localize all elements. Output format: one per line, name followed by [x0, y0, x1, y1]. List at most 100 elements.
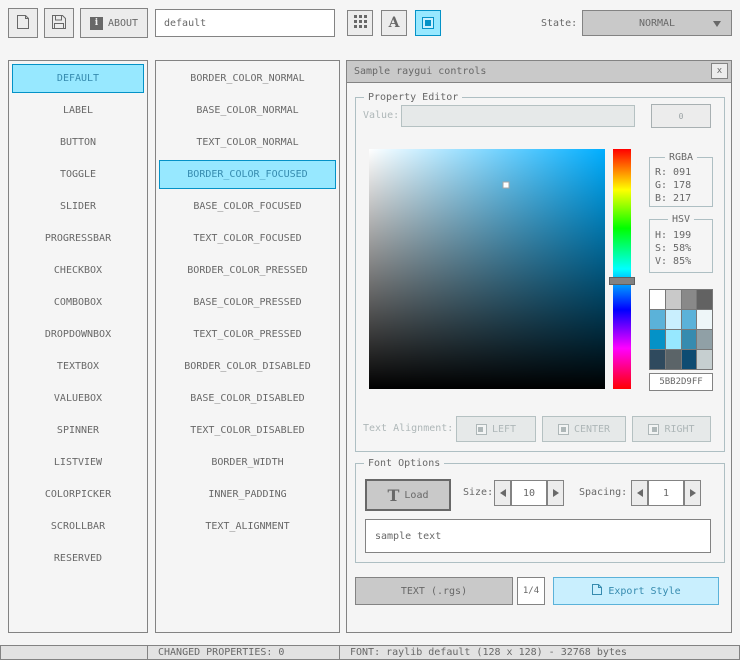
- page-indicator-button[interactable]: 1/4: [517, 577, 545, 605]
- palette-swatch[interactable]: [681, 310, 697, 329]
- floppy-disk-icon: [51, 14, 67, 33]
- control-item-label[interactable]: LABEL: [12, 96, 144, 125]
- palette-swatch[interactable]: [697, 310, 712, 329]
- color-picker-area[interactable]: [369, 149, 605, 389]
- property-item-base-color-disabled[interactable]: BASE_COLOR_DISABLED: [159, 384, 336, 413]
- font-options-group-label: Font Options: [364, 457, 445, 470]
- control-item-checkbox[interactable]: CHECKBOX: [12, 256, 144, 285]
- palette-swatch[interactable]: [650, 310, 665, 329]
- value-input[interactable]: [401, 105, 635, 127]
- align-left-button[interactable]: LEFT: [456, 416, 536, 442]
- load-font-label: Load: [404, 489, 429, 501]
- hex-input[interactable]: [649, 373, 713, 391]
- control-item-toggle[interactable]: TOGGLE: [12, 160, 144, 189]
- align-right-button[interactable]: RIGHT: [632, 416, 711, 442]
- control-item-listview[interactable]: LISTVIEW: [12, 448, 144, 477]
- property-item-border-color-pressed[interactable]: BORDER_COLOR_PRESSED: [159, 256, 336, 285]
- text-alignment-label: Text Alignment:: [363, 423, 454, 434]
- property-item-border-color-disabled[interactable]: BORDER_COLOR_DISABLED: [159, 352, 336, 381]
- palette-swatch[interactable]: [665, 350, 681, 369]
- style-name-input[interactable]: [155, 9, 335, 37]
- triangle-right-icon: [552, 489, 559, 497]
- hsv-group: HSV H: 199 S: 58% V: 85%: [649, 213, 713, 273]
- palette-swatch[interactable]: [650, 330, 665, 349]
- state-dropdown-value: NORMAL: [638, 17, 676, 29]
- about-button[interactable]: i ABOUT: [80, 8, 148, 38]
- control-item-reserved[interactable]: RESERVED: [12, 544, 144, 573]
- align-center-icon: [557, 423, 569, 435]
- property-item-inner-padding[interactable]: INNER_PADDING: [159, 480, 336, 509]
- color-picker-marker[interactable]: [502, 181, 510, 189]
- palette-swatch[interactable]: [665, 290, 681, 309]
- control-item-valuebox[interactable]: VALUEBOX: [12, 384, 144, 413]
- statusbar-changed-properties: CHANGED PROPERTIES: 0: [147, 645, 340, 660]
- property-item-text-color-normal[interactable]: TEXT_COLOR_NORMAL: [159, 128, 336, 157]
- palette-swatch[interactable]: [665, 330, 681, 349]
- sample-text-box[interactable]: sample text: [365, 519, 711, 553]
- property-item-base-color-normal[interactable]: BASE_COLOR_NORMAL: [159, 96, 336, 125]
- font-atlas-button[interactable]: A: [381, 10, 407, 36]
- load-font-button[interactable]: T Load: [365, 479, 451, 511]
- size-increment-button[interactable]: [547, 480, 564, 506]
- export-style-label: Export Style: [608, 585, 681, 597]
- control-item-scrollbar[interactable]: SCROLLBAR: [12, 512, 144, 541]
- control-item-textbox[interactable]: TEXTBOX: [12, 352, 144, 381]
- palette-swatch[interactable]: [681, 330, 697, 349]
- rguistyler-app: { "toolbar": { "style_name_value": "defa…: [0, 0, 740, 660]
- palette-swatch[interactable]: [681, 350, 697, 369]
- palette-swatch[interactable]: [697, 350, 712, 369]
- font-t-icon: T: [387, 485, 400, 505]
- state-label: State:: [541, 18, 578, 29]
- palette-swatch[interactable]: [665, 310, 681, 329]
- property-item-border-color-focused[interactable]: BORDER_COLOR_FOCUSED: [159, 160, 336, 189]
- palette-swatch[interactable]: [650, 290, 665, 309]
- align-right-label: RIGHT: [664, 423, 695, 435]
- property-item-border-width[interactable]: BORDER_WIDTH: [159, 448, 336, 477]
- state-dropdown[interactable]: NORMAL: [582, 10, 732, 36]
- sample-window-titlebar: Sample raygui controls x: [347, 61, 731, 83]
- align-center-label: CENTER: [573, 423, 611, 435]
- export-icon: [591, 583, 603, 599]
- info-icon: i: [89, 16, 103, 30]
- property-item-base-color-pressed[interactable]: BASE_COLOR_PRESSED: [159, 288, 336, 317]
- control-item-progressbar[interactable]: PROGRESSBAR: [12, 224, 144, 253]
- palette-swatch[interactable]: [650, 350, 665, 369]
- property-item-border-color-normal[interactable]: BORDER_COLOR_NORMAL: [159, 64, 336, 93]
- property-item-text-color-focused[interactable]: TEXT_COLOR_FOCUSED: [159, 224, 336, 253]
- align-center-button[interactable]: CENTER: [542, 416, 626, 442]
- size-decrement-button[interactable]: [494, 480, 511, 506]
- palette-swatch[interactable]: [681, 290, 697, 309]
- style-table-button[interactable]: [347, 10, 373, 36]
- value-mini-button[interactable]: 0: [651, 104, 711, 128]
- spacing-increment-button[interactable]: [684, 480, 701, 506]
- control-item-colorpicker[interactable]: COLORPICKER: [12, 480, 144, 509]
- control-item-combobox[interactable]: COMBOBOX: [12, 288, 144, 317]
- chevron-down-icon: [713, 21, 721, 27]
- property-item-text-color-disabled[interactable]: TEXT_COLOR_DISABLED: [159, 416, 336, 445]
- spacing-decrement-button[interactable]: [631, 480, 648, 506]
- property-item-base-color-focused[interactable]: BASE_COLOR_FOCUSED: [159, 192, 336, 221]
- export-format-dropdown[interactable]: TEXT (.rgs): [355, 577, 513, 605]
- export-style-button[interactable]: Export Style: [553, 577, 719, 605]
- close-button[interactable]: x: [711, 63, 728, 79]
- palette-swatch[interactable]: [697, 290, 712, 309]
- spacing-value-box[interactable]: 1: [648, 480, 684, 506]
- value-label: Value:: [363, 110, 400, 121]
- control-item-default[interactable]: DEFAULT: [12, 64, 144, 93]
- control-item-slider[interactable]: SLIDER: [12, 192, 144, 221]
- hue-slider-handle[interactable]: [609, 277, 635, 285]
- control-item-spinner[interactable]: SPINNER: [12, 416, 144, 445]
- load-style-button[interactable]: [8, 8, 38, 38]
- rgba-group: RGBA R: 091 G: 178 B: 217: [649, 151, 713, 207]
- color-square-icon: [422, 17, 434, 29]
- save-style-button[interactable]: [44, 8, 74, 38]
- property-item-text-alignment[interactable]: TEXT_ALIGNMENT: [159, 512, 336, 541]
- control-item-dropdownbox[interactable]: DROPDOWNBOX: [12, 320, 144, 349]
- palette-swatch[interactable]: [697, 330, 712, 349]
- size-value-box[interactable]: 10: [511, 480, 547, 506]
- style-editor-button[interactable]: [415, 10, 441, 36]
- hue-bar[interactable]: [609, 149, 635, 389]
- control-item-button[interactable]: BUTTON: [12, 128, 144, 157]
- rgba-g-value: G: 178: [655, 180, 692, 191]
- property-item-text-color-pressed[interactable]: TEXT_COLOR_PRESSED: [159, 320, 336, 349]
